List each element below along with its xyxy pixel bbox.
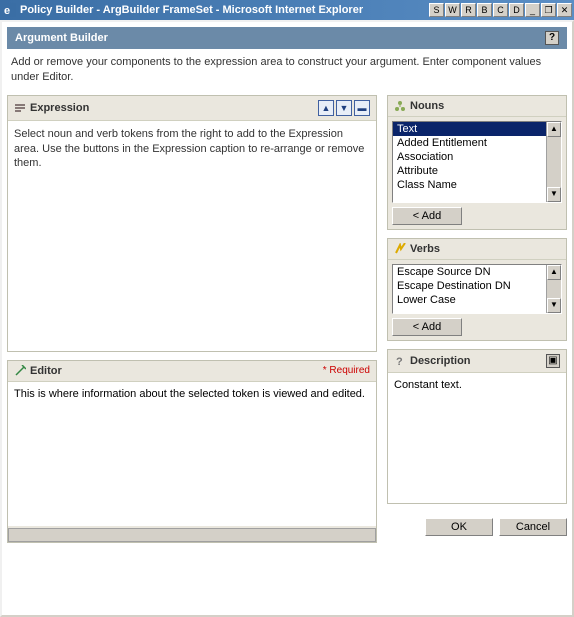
titlebar-btn-s[interactable]: S [429,3,444,17]
titlebar-btn-d[interactable]: D [509,3,524,17]
close-button[interactable]: ✕ [557,3,572,17]
remove-button[interactable]: ▬ [354,100,370,116]
move-down-button[interactable]: ▼ [336,100,352,116]
titlebar-btn-r[interactable]: R [461,3,476,17]
nouns-listbox[interactable]: Text Added Entitlement Association Attri… [392,121,562,203]
nouns-item-text[interactable]: Text [393,122,561,136]
expression-body: Select noun and verb tokens from the rig… [8,121,376,351]
expression-hint: Select noun and verb tokens from the rig… [14,128,364,170]
description-panel: ? Description ▣ Constant text. [387,349,567,504]
nouns-panel: Nouns Text Added Entitlement Association… [387,95,567,230]
scroll-up-icon[interactable]: ▲ [547,122,561,137]
verbs-item-escape-dest[interactable]: Escape Destination DN [393,279,561,293]
description-icon: ? [394,355,406,367]
verbs-item-lower-case[interactable]: Lower Case [393,293,561,307]
description-body: Constant text. [388,373,566,503]
instructions: Add or remove your components to the exp… [7,49,567,95]
svg-text:e: e [4,5,10,17]
svg-text:?: ? [396,356,403,367]
cancel-button[interactable]: Cancel [499,518,567,536]
verbs-panel: Verbs Escape Source DN Escape Destinatio… [387,238,567,341]
editor-icon [14,365,26,377]
nouns-add-button[interactable]: < Add [392,207,462,225]
maximize-button[interactable]: ❐ [541,3,556,17]
verbs-listbox[interactable]: Escape Source DN Escape Destination DN L… [392,264,562,314]
verbs-item-escape-source[interactable]: Escape Source DN [393,265,561,279]
move-up-button[interactable]: ▲ [318,100,334,116]
description-toggle-icon[interactable]: ▣ [546,354,560,368]
verbs-add-button[interactable]: < Add [392,318,462,336]
nouns-item-added-entitlement[interactable]: Added Entitlement [393,136,561,150]
expression-icon [14,102,26,114]
scroll-up-icon[interactable]: ▲ [547,265,561,280]
app-icon: e [2,3,16,17]
titlebar-btn-w[interactable]: W [445,3,460,17]
description-text: Constant text. [394,379,462,391]
help-icon[interactable]: ? [545,31,559,45]
editor-panel: Editor * Required This is where informat… [7,360,377,543]
nouns-title: Nouns [410,100,560,112]
titlebar-buttons: S W R B C D _ ❐ ✕ [429,3,572,17]
page-title: Argument Builder [15,32,108,44]
required-label: * Required [323,365,370,376]
minimize-button[interactable]: _ [525,3,540,17]
titlebar-btn-b[interactable]: B [477,3,492,17]
nouns-item-association[interactable]: Association [393,150,561,164]
editor-title: Editor [30,365,319,377]
editor-hscroll[interactable] [8,528,376,542]
page-header: Argument Builder ? [7,27,567,49]
nouns-item-attribute[interactable]: Attribute [393,164,561,178]
expression-title: Expression [30,102,314,114]
titlebar-text: Policy Builder - ArgBuilder FrameSet - M… [20,4,429,16]
titlebar[interactable]: e Policy Builder - ArgBuilder FrameSet -… [0,0,574,20]
scroll-down-icon[interactable]: ▼ [547,298,561,313]
dialog-buttons: OK Cancel [387,512,567,536]
editor-hint: This is where information about the sele… [14,388,365,400]
nouns-item-class-name[interactable]: Class Name [393,178,561,192]
verbs-icon [394,243,406,255]
description-title: Description [410,355,542,367]
expression-panel: Expression ▲ ▼ ▬ Select noun and verb to… [7,95,377,352]
scroll-down-icon[interactable]: ▼ [547,187,561,202]
ok-button[interactable]: OK [425,518,493,536]
nouns-scrollbar[interactable]: ▲ ▼ [546,122,561,202]
titlebar-btn-c[interactable]: C [493,3,508,17]
nouns-icon [394,100,406,112]
verbs-title: Verbs [410,243,560,255]
verbs-scrollbar[interactable]: ▲ ▼ [546,265,561,313]
editor-body: This is where information about the sele… [8,382,376,526]
